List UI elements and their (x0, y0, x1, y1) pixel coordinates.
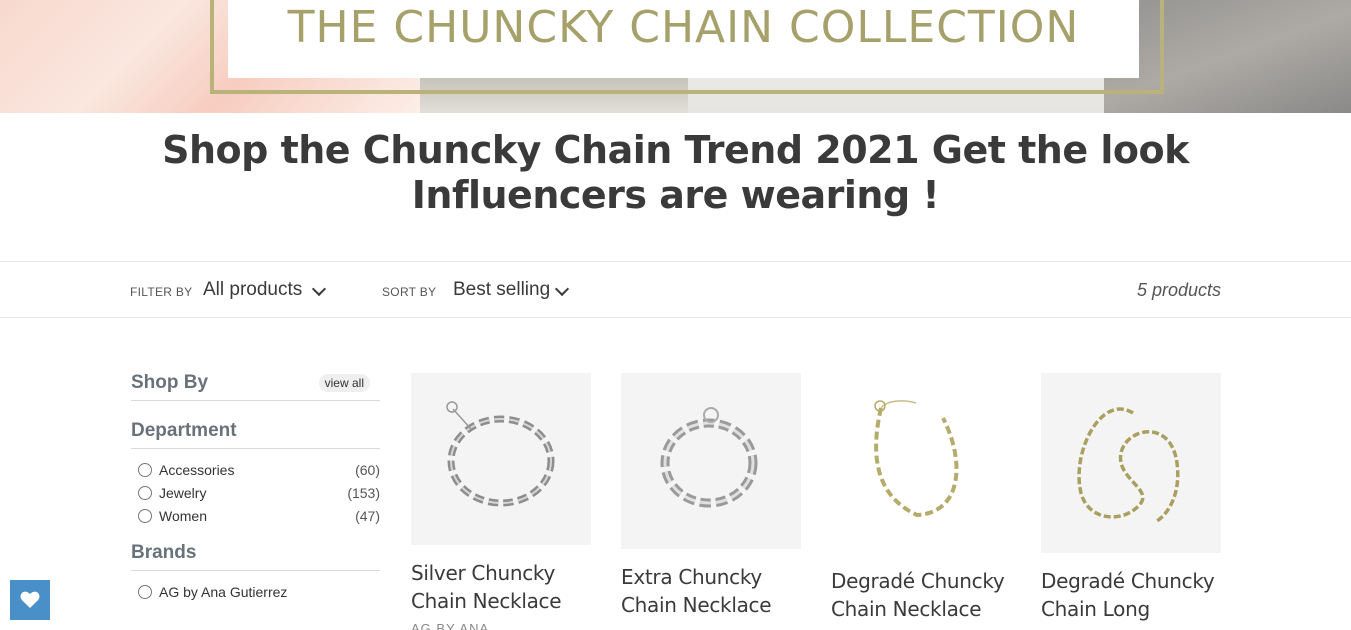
view-all-link[interactable]: view all (318, 374, 370, 392)
shop-by-heading: Shop By view all (131, 372, 380, 401)
product-image[interactable] (1041, 373, 1221, 553)
radio-icon[interactable] (138, 463, 152, 477)
chain-necklace-icon (446, 401, 555, 507)
product-name[interactable]: Extra Chuncky Chain Necklace (621, 563, 801, 619)
product-count: 5 products (1136, 280, 1221, 300)
product-vendor: AG BY ANA (411, 621, 490, 630)
sort-by-label: SORT BY (382, 285, 437, 299)
radio-icon[interactable] (138, 585, 152, 599)
product-image[interactable] (831, 373, 1011, 553)
heart-icon (20, 591, 40, 608)
department-item-accessories[interactable]: Accessories (60) (131, 461, 380, 484)
hero-banner: THE CHUNCKY CHAIN COLLECTION (0, 0, 1351, 113)
filter-select[interactable]: All products (203, 279, 302, 301)
chain-necklace-icon (1077, 407, 1180, 523)
product-card[interactable]: Silver Chuncky Chain Necklace AG BY ANA (411, 373, 591, 630)
product-name[interactable]: Degradé Chuncky Chain Necklace (831, 567, 1011, 623)
shop-by-title: Shop By (131, 372, 209, 393)
chain-necklace-icon (660, 407, 758, 508)
product-card[interactable]: Extra Chuncky Chain Necklace (621, 373, 801, 619)
radio-icon[interactable] (138, 486, 152, 500)
sort-chevron-down-icon[interactable] (554, 281, 570, 297)
brands-heading: Brands (131, 542, 380, 571)
department-heading: Department (131, 420, 380, 449)
filter-sidebar: Shop By view all Department Accessories … (131, 372, 380, 606)
product-name[interactable]: Degradé Chuncky Chain Long (1041, 567, 1221, 623)
product-image[interactable] (411, 373, 591, 545)
sort-select[interactable]: Best selling (453, 279, 550, 301)
filter-chevron-down-icon[interactable] (311, 281, 327, 297)
radio-icon[interactable] (138, 509, 152, 523)
product-name[interactable]: Silver Chuncky Chain Necklace (411, 559, 591, 615)
brand-item-ag-by-ana-gutierrez[interactable]: AG by Ana Gutierrez (131, 583, 380, 606)
chain-necklace-icon (874, 400, 959, 518)
product-image[interactable] (621, 373, 801, 549)
product-card[interactable]: Degradé Chuncky Chain Necklace (831, 373, 1011, 623)
department-item-women[interactable]: Women (47) (131, 507, 380, 530)
filter-sort-bar: FILTER BY All products SORT BY Best sell… (0, 261, 1351, 318)
page-title: Shop the Chuncky Chain Trend 2021 Get th… (162, 128, 1189, 217)
hero-title: THE CHUNCKY CHAIN COLLECTION (287, 2, 1080, 53)
product-card[interactable]: Degradé Chuncky Chain Long (1041, 373, 1221, 623)
filter-by-label: FILTER BY (130, 285, 193, 299)
department-item-jewelry[interactable]: Jewelry (153) (131, 484, 380, 507)
wishlist-button[interactable] (10, 580, 50, 620)
